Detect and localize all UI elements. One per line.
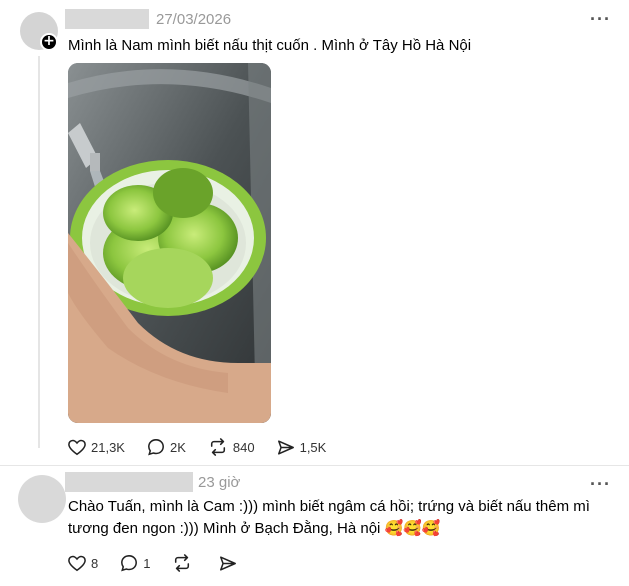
- reply-timestamp: 23 giờ: [198, 474, 241, 491]
- comment-count: 2K: [169, 439, 186, 455]
- thread-line: [38, 56, 40, 448]
- comment-button[interactable]: 2K: [147, 438, 186, 456]
- reply-comment-count: 1: [143, 555, 151, 571]
- share-button[interactable]: 1,5K: [277, 439, 327, 456]
- post-text: Mình là Nam mình biết nấu thịt cuốn . Mì…: [68, 37, 472, 54]
- like-count: 21,3K: [91, 439, 125, 455]
- repost-icon: [210, 438, 225, 456]
- more-options-icon[interactable]: ···: [590, 9, 611, 30]
- reply-like-button[interactable]: 8: [68, 555, 98, 572]
- video-frame-illustration: [68, 63, 271, 423]
- divider: [0, 465, 629, 466]
- reply-actions: 8 1: [68, 554, 264, 572]
- reply-like-count: 8: [91, 555, 99, 571]
- reply-author-avatar[interactable]: [18, 475, 66, 523]
- author-name-redacted[interactable]: [65, 9, 149, 29]
- reply-repost-button[interactable]: [172, 554, 197, 572]
- repost-button[interactable]: 840: [208, 438, 255, 456]
- reply-share-button[interactable]: [219, 555, 242, 572]
- repost-icon: [175, 554, 190, 572]
- share-icon: [220, 555, 237, 571]
- heart-icon: [68, 439, 86, 455]
- heart-icon: [68, 555, 86, 571]
- repost-count: 840: [232, 439, 255, 455]
- reply-more-options-icon[interactable]: ···: [590, 474, 611, 495]
- comment-icon: [148, 439, 164, 456]
- post-timestamp: 27/03/2026: [156, 11, 232, 28]
- reply-author-name-redacted[interactable]: [65, 472, 193, 492]
- share-icon: [277, 439, 294, 455]
- like-button[interactable]: 21,3K: [68, 439, 125, 456]
- post-video[interactable]: [68, 63, 271, 423]
- follow-plus-icon[interactable]: +: [40, 33, 58, 51]
- post-actions: 21,3K 2K 840 1,5K: [68, 438, 348, 456]
- comment-icon: [121, 555, 138, 572]
- share-count: 1,5K: [299, 439, 327, 455]
- reply-text: Chào Tuấn, mình là Cam :))) mình biết ng…: [68, 498, 590, 537]
- reply-comment-button[interactable]: 1: [120, 554, 150, 572]
